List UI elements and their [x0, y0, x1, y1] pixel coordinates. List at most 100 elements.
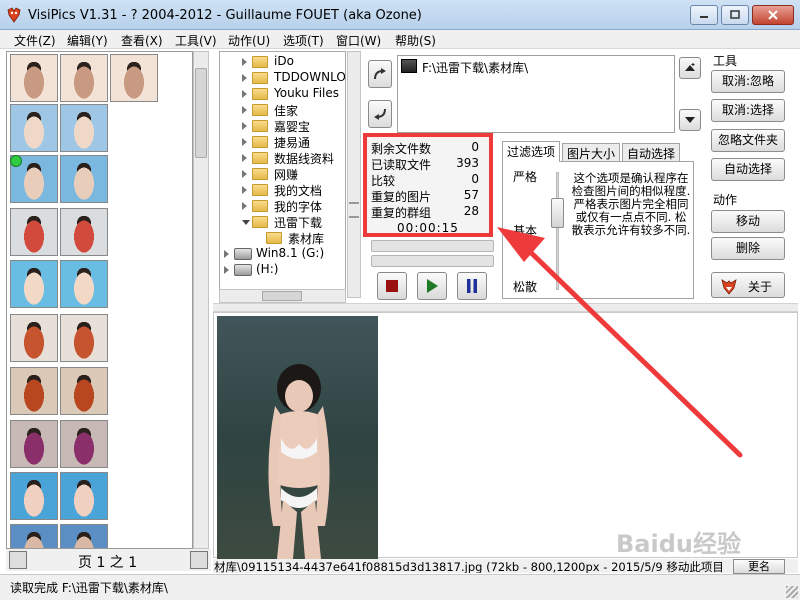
resize-grip-icon[interactable] [786, 586, 798, 598]
delete-button[interactable]: 删除 [711, 237, 785, 260]
splitter[interactable] [213, 303, 798, 312]
expand-down-icon[interactable] [242, 220, 250, 229]
stat-row-duplicate-images: 重复的图片 57 [371, 188, 489, 205]
splitter-grip-icon [349, 202, 359, 218]
thumbnail[interactable] [60, 104, 108, 152]
thumbnail[interactable] [60, 260, 108, 308]
previous-page-button[interactable] [9, 551, 27, 569]
tab-image-size[interactable]: 图片大小 [562, 143, 621, 162]
about-label: 关于 [748, 280, 773, 294]
thumbnail[interactable] [60, 524, 108, 548]
thumbnail[interactable] [60, 155, 108, 203]
thumbnail[interactable] [10, 260, 58, 308]
thumbnail[interactable] [10, 472, 58, 520]
thumbnail[interactable] [60, 208, 108, 256]
thumbnail[interactable] [60, 472, 108, 520]
auto-select-button[interactable]: 自动选择 [711, 158, 785, 181]
thumbnail[interactable] [10, 524, 58, 548]
expand-right-icon[interactable] [242, 186, 247, 194]
expand-right-icon[interactable] [242, 154, 247, 162]
stat-label: 重复的图片 [371, 190, 432, 204]
expand-right-icon[interactable] [242, 74, 247, 82]
expand-right-icon[interactable] [242, 202, 247, 210]
thumbnail[interactable] [60, 54, 108, 102]
tree-item-label: 数据线资料 [274, 152, 335, 166]
folder-icon [252, 56, 268, 68]
menu-edit[interactable]: 编辑(Y) [67, 32, 108, 49]
stat-label: 已读取文件 [371, 158, 432, 172]
close-button[interactable] [752, 5, 794, 25]
level-loose-label: 松散 [513, 280, 538, 294]
expand-right-icon[interactable] [224, 250, 229, 258]
remove-folder-button[interactable] [368, 100, 392, 128]
menu-tools[interactable]: 工具(V) [175, 32, 217, 49]
maximize-icon [730, 10, 740, 19]
maximize-button[interactable] [721, 5, 749, 25]
thumbnail[interactable] [60, 367, 108, 415]
play-button[interactable] [417, 272, 447, 300]
minimize-icon [700, 16, 708, 18]
close-icon [768, 10, 778, 20]
expand-right-icon[interactable] [242, 106, 247, 114]
menu-actions[interactable]: 动作(U) [228, 32, 270, 49]
scrollbar-thumb[interactable] [195, 68, 207, 158]
thumbnail[interactable] [10, 54, 58, 102]
scrollbar-thumb[interactable] [262, 291, 302, 301]
tab-filter[interactable]: 过滤选项 [502, 141, 561, 162]
rename-button[interactable]: 更名 [733, 559, 785, 574]
selected-folders-list[interactable]: F:\迅雷下载\素材库\ [397, 55, 675, 133]
tree-item-label: TDDOWNLOA [274, 70, 346, 84]
move-button[interactable]: 移动 [711, 210, 785, 233]
stat-value: 0 [471, 140, 479, 154]
menu-file[interactable]: 文件(Z) [14, 32, 56, 49]
move-down-button[interactable] [679, 109, 701, 131]
splitter[interactable] [347, 51, 361, 298]
next-page-button[interactable] [190, 551, 208, 569]
app-logo-icon [7, 7, 21, 23]
baidu-watermark: Baidu经验 [616, 530, 741, 558]
stop-button[interactable] [377, 272, 407, 300]
tree-item-label: Win8.1 (G:) [256, 246, 325, 260]
thumbnail[interactable] [110, 54, 158, 102]
folder-tree-hscrollbar[interactable] [219, 289, 346, 303]
thumbnail[interactable] [10, 367, 58, 415]
expand-right-icon[interactable] [242, 138, 247, 146]
thumbnail[interactable] [10, 314, 58, 362]
group-marker-icon [10, 155, 22, 167]
thumbnail[interactable] [60, 420, 108, 468]
about-button[interactable]: 关于 [711, 272, 785, 298]
expand-right-icon[interactable] [242, 122, 247, 130]
actions-group-label: 动作 [713, 193, 738, 207]
thumbnail[interactable] [10, 104, 58, 152]
stat-value: 393 [456, 156, 479, 170]
curved-arrow-left-icon [374, 108, 386, 120]
thumbnail-scrollbar[interactable] [193, 51, 209, 549]
pause-button[interactable] [457, 272, 487, 300]
expand-right-icon[interactable] [242, 170, 247, 178]
thumbnail[interactable] [10, 208, 58, 256]
expand-right-icon[interactable] [224, 266, 229, 274]
thumbnail[interactable] [10, 420, 58, 468]
thumbnail[interactable] [60, 314, 108, 362]
unignore-button[interactable]: 取消:忽略 [711, 70, 785, 93]
menu-view[interactable]: 查看(X) [121, 32, 163, 49]
menu-help[interactable]: 帮助(S) [395, 32, 436, 49]
expand-right-icon[interactable] [242, 90, 247, 98]
progress-bar [371, 255, 494, 267]
move-up-button[interactable] [679, 57, 701, 79]
similarity-slider-track[interactable] [556, 172, 559, 290]
minimize-button[interactable] [690, 5, 718, 25]
expand-right-icon[interactable] [242, 58, 247, 66]
ignore-folder-button[interactable]: 忽略文件夹 [711, 129, 785, 152]
add-folder-button[interactable] [368, 60, 392, 88]
folder-icon [266, 232, 282, 244]
tab-auto-select[interactable]: 自动选择 [622, 143, 681, 162]
unselect-button[interactable]: 取消:选择 [711, 99, 785, 122]
menu-window[interactable]: 窗口(W) [336, 32, 381, 49]
folder-tree[interactable]: iDo TDDOWNLOA Youku Files 佳家 嘉婴宝 捷易通 数据线资料 网赚 我的… [219, 51, 346, 298]
clapboard-icon [401, 59, 417, 73]
tree-item-label: 网赚 [274, 168, 299, 182]
thumbnail-list[interactable] [6, 51, 193, 549]
similarity-slider-thumb[interactable] [551, 198, 564, 228]
menu-options[interactable]: 选项(T) [283, 32, 324, 49]
